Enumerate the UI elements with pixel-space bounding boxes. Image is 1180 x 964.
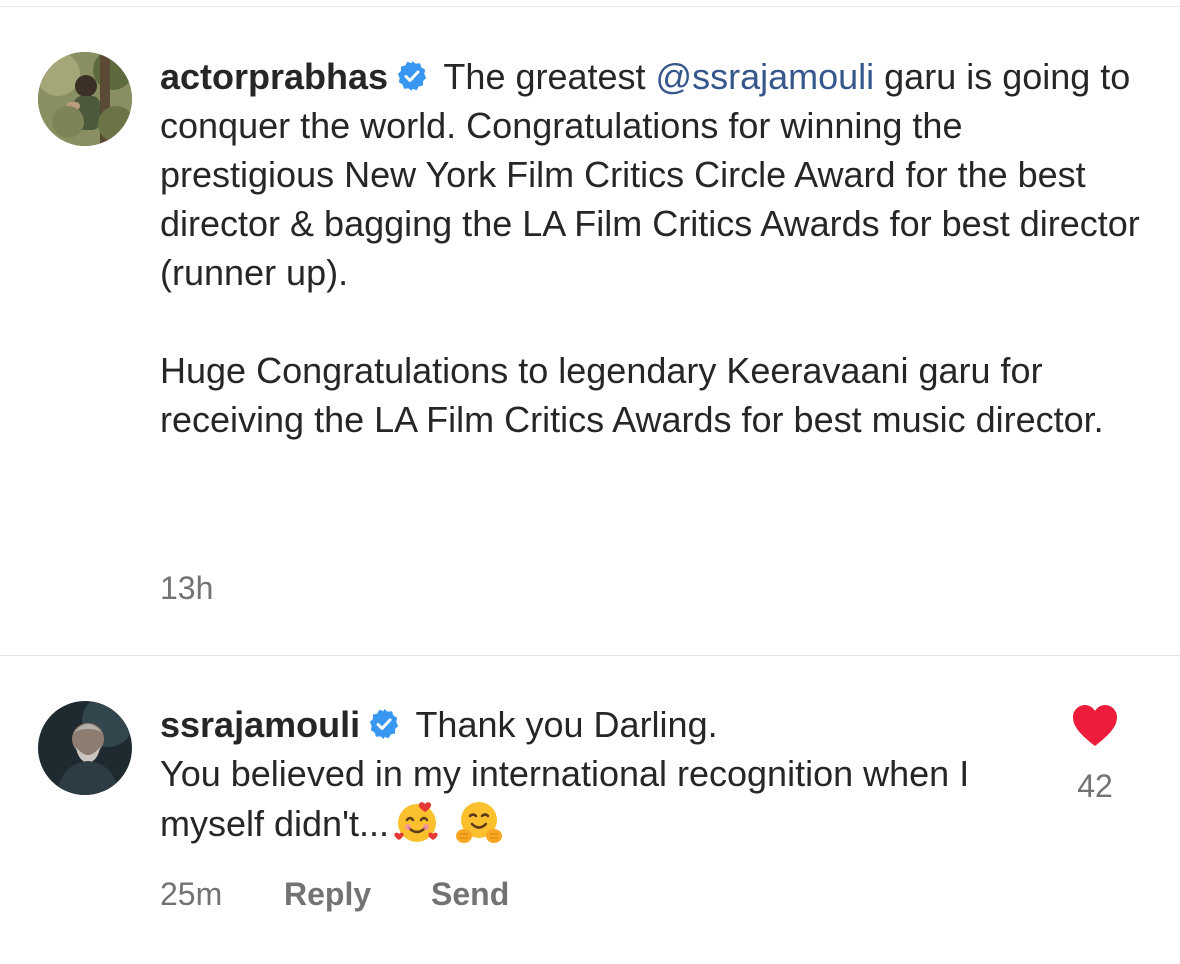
like-count: 42 [1077,768,1113,804]
top-divider [0,6,1180,7]
send-button[interactable]: Send [431,876,509,913]
comment-text-body: garu is going to conquer the world. Cong… [160,56,1140,440]
reply-button[interactable]: Reply [284,876,371,913]
hugging-face-emoji [455,802,502,843]
verified-badge-icon [369,709,399,739]
verified-badge-icon [397,61,427,91]
reply-timestamp: 25m [160,876,223,912]
comment-text-intro: The greatest [434,56,656,97]
comment-divider [0,655,1180,656]
username-actorprabhas[interactable]: actorprabhas [160,56,388,97]
username-ssrajamouli[interactable]: ssrajamouli [160,704,360,745]
heart-like-icon[interactable] [1071,704,1119,748]
comment-timestamp: 13h [160,570,214,606]
smiling-face-with-hearts-emoji [394,802,438,842]
avatar-ssrajamouli[interactable] [38,701,132,795]
reply-ssrajamouli: ssrajamouli Thank you Darling. You belie… [160,700,1040,848]
avatar-actorprabhas[interactable] [38,52,132,146]
comment-actorprabhas: actorprabhas The greatest @ssrajamouli g… [160,52,1140,444]
mention-link[interactable]: @ssrajamouli [656,56,875,97]
